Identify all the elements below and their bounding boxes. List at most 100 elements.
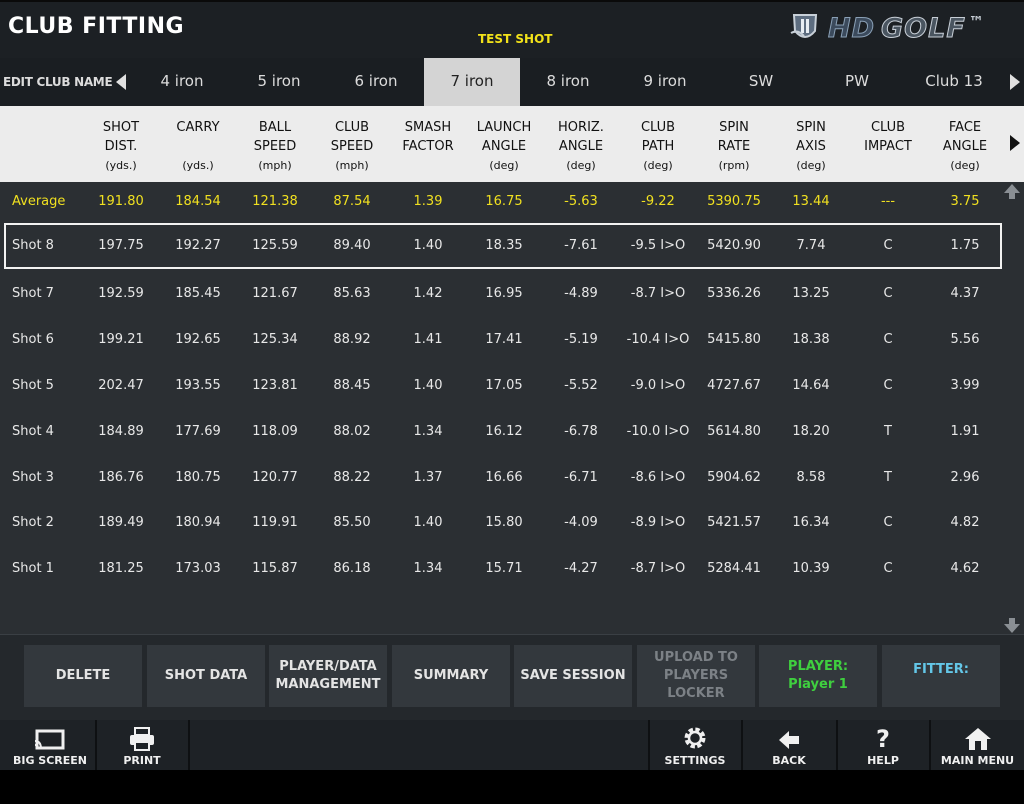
shot-data-button[interactable]: SHOT DATA	[147, 645, 265, 707]
table-row[interactable]: Shot 4 184.89 177.69 118.09 88.02 1.34 16.12 -6…	[0, 409, 1002, 455]
column-header-1: SHOT DIST. (yds.)	[84, 118, 158, 175]
upload-label-2: PLAYERS LOCKER	[663, 668, 729, 701]
tab-club-7[interactable]: PW	[809, 58, 905, 106]
shot-data-button-label: SHOT DATA	[164, 668, 248, 683]
tabs-prev-arrow-icon[interactable]	[116, 74, 126, 90]
row-value: 119.91	[252, 515, 298, 531]
column-header-unit: (deg)	[950, 159, 980, 172]
row-value: 123.81	[252, 377, 298, 393]
delete-button[interactable]: DELETE	[24, 645, 142, 707]
table-row[interactable]: Shot 3 186.76 180.75 120.77 88.22 1.37 16.66 -6…	[0, 455, 1002, 501]
logo-tm-text: ™	[968, 12, 985, 31]
row-label: Shot 5	[12, 377, 54, 393]
tab-club-0[interactable]: 4 iron	[134, 58, 230, 106]
row-value: 192.65	[175, 331, 221, 347]
row-value: 1.40	[413, 377, 443, 393]
row-value: C	[883, 561, 893, 577]
columns-next-arrow-icon[interactable]	[1010, 135, 1020, 151]
row-value: 118.09	[252, 423, 298, 439]
row-value: 4.37	[950, 285, 980, 301]
table-row[interactable]: Shot 1 181.25 173.03 115.87 86.18 1.34 15.71 -4…	[0, 546, 1002, 592]
column-header-unit: (deg)	[796, 159, 826, 172]
column-header-line1: CLUB	[870, 120, 906, 135]
back-button[interactable]: BACK	[743, 720, 835, 770]
big-screen-button[interactable]: BIG SCREEN	[0, 720, 100, 770]
column-header-unit: (deg)	[489, 159, 519, 172]
table-row[interactable]: Shot 2 189.49 180.94 119.91 85.50 1.40 15.80 -4…	[0, 500, 1002, 546]
upload-to-players-locker-button[interactable]: UPLOAD TO PLAYERS LOCKER	[637, 645, 755, 707]
row-value: 5614.80	[707, 423, 761, 439]
scroll-down-arrow-icon[interactable]	[1004, 624, 1020, 633]
column-header-line2: RATE	[717, 139, 751, 154]
average-row[interactable]: Average 191.80 184.54 121.38 87.54 1.39 16.75 -…	[0, 179, 1002, 225]
column-header-line1: SPIN	[719, 120, 749, 135]
row-value: ---	[880, 194, 896, 209]
scroll-up-stem[interactable]	[1009, 193, 1015, 199]
edit-club-name-button[interactable]: EDIT CLUB NAME	[3, 58, 113, 106]
column-header-line2: ANGLE	[558, 139, 604, 154]
tab-club-3[interactable]: 7 iron	[424, 58, 520, 106]
row-value: C	[883, 285, 893, 301]
table-row[interactable]: Shot 5 202.47 193.55 123.81 88.45 1.40 17.05 -5…	[0, 363, 1002, 409]
save-session-button[interactable]: SAVE SESSION	[514, 645, 632, 707]
column-header-unit: (mph)	[335, 159, 369, 172]
row-value: 16.75	[485, 194, 523, 209]
help-button[interactable]: ? HELP	[838, 720, 928, 770]
row-value: 18.35	[485, 238, 523, 253]
row-value: 8.58	[796, 469, 826, 485]
column-header-unit: (deg)	[643, 159, 673, 172]
row-label: Shot 8	[12, 238, 54, 253]
column-header-unit: (mph)	[258, 159, 292, 172]
row-value: -8.7 I>O	[630, 285, 686, 301]
row-value: 86.18	[333, 561, 371, 577]
tab-club-8[interactable]: Club 13	[906, 58, 1002, 106]
column-header-line2: FACTOR	[402, 139, 454, 154]
row-value: 1.42	[413, 285, 443, 301]
row-value: 1.91	[950, 423, 980, 439]
main-menu-button[interactable]: MAIN MENU	[931, 720, 1024, 770]
tab-club-6[interactable]: SW	[713, 58, 809, 106]
row-value: -4.89	[564, 285, 598, 301]
save-session-button-label: SAVE SESSION	[520, 668, 626, 683]
column-header-line1: CARRY	[176, 120, 220, 135]
table-row[interactable]: Shot 7 192.59 185.45 121.67 85.63 1.42 16.95 -4…	[0, 271, 1002, 317]
row-value: 15.71	[485, 561, 523, 577]
column-header-line1: SHOT	[102, 120, 140, 135]
column-header-12: FACE ANGLE (deg)	[928, 118, 1002, 175]
table-row[interactable]: Shot 6 199.21 192.65 125.34 88.92 1.41 17.41 -5…	[0, 317, 1002, 363]
tab-club-4[interactable]: 8 iron	[520, 58, 616, 106]
column-header-7: HORIZ. ANGLE (deg)	[544, 118, 618, 175]
summary-button[interactable]: SUMMARY	[392, 645, 510, 707]
row-value: 13.44	[792, 194, 830, 209]
column-header-line1: CLUB	[640, 120, 676, 135]
fitter-button[interactable]: FITTER:	[882, 645, 1000, 707]
row-value: 180.75	[175, 469, 221, 485]
player-button[interactable]: PLAYER: Player 1	[759, 645, 877, 707]
row-value: 121.67	[252, 285, 298, 301]
row-value: 85.50	[333, 515, 371, 531]
column-header-4: CLUB SPEED (mph)	[315, 118, 389, 175]
row-value: 1.40	[413, 515, 443, 531]
row-value: 5284.41	[707, 561, 761, 577]
player-data-management-button[interactable]: PLAYER/DATA MANAGEMENT	[269, 645, 387, 707]
tab-club-2[interactable]: 6 iron	[328, 58, 424, 106]
main-menu-label: MAIN MENU	[940, 754, 1015, 767]
row-value: 1.34	[413, 423, 443, 439]
row-label: Average	[12, 194, 66, 209]
tab-club-1[interactable]: 5 iron	[231, 58, 327, 106]
table-row[interactable]: Shot 8 197.75 192.27 125.59 89.40 1.40 18.35 -7…	[4, 223, 1002, 269]
row-value: 177.69	[175, 423, 221, 439]
column-header-unit	[851, 156, 925, 175]
row-value: 5.56	[950, 331, 980, 347]
print-button[interactable]: PRINT	[96, 720, 188, 770]
tab-club-5[interactable]: 9 iron	[617, 58, 713, 106]
row-value: 85.63	[333, 285, 371, 301]
column-header-unit: (deg)	[566, 159, 596, 172]
settings-button[interactable]: SETTINGS	[650, 720, 740, 770]
tabs-next-arrow-icon[interactable]	[1010, 74, 1020, 90]
row-value: -4.09	[564, 515, 598, 531]
row-value: 120.77	[252, 469, 298, 485]
scroll-up-arrow-icon[interactable]	[1004, 184, 1020, 193]
print-label: PRINT	[123, 754, 161, 767]
column-header-8: CLUB PATH (deg)	[617, 118, 699, 175]
